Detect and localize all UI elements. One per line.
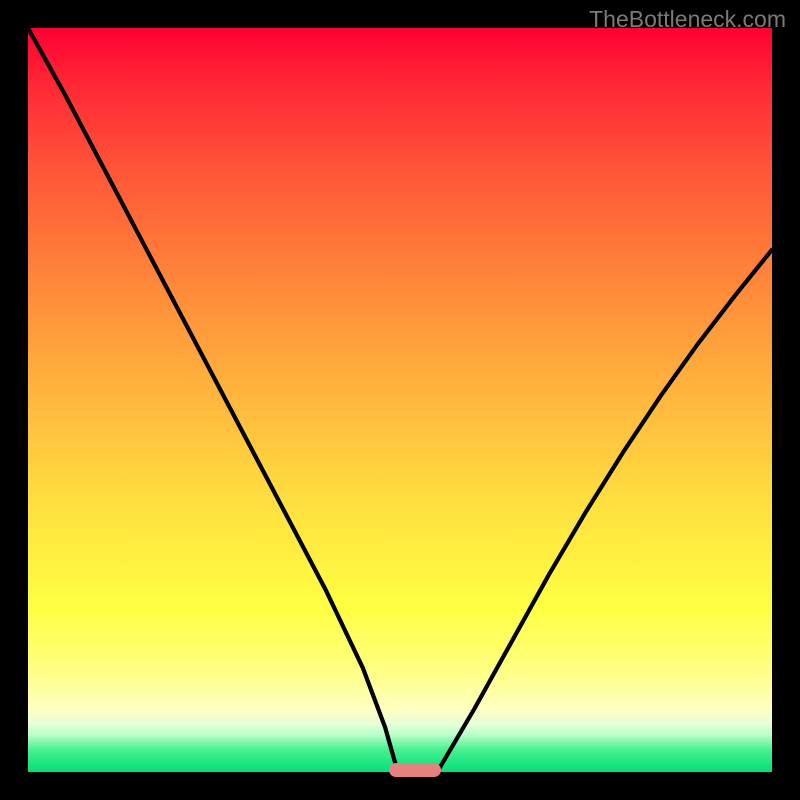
optimal-range-marker	[389, 763, 441, 776]
watermark-text: TheBottleneck.com	[589, 6, 786, 33]
bottleneck-curve	[28, 28, 772, 772]
chart-plot-area	[28, 28, 772, 772]
